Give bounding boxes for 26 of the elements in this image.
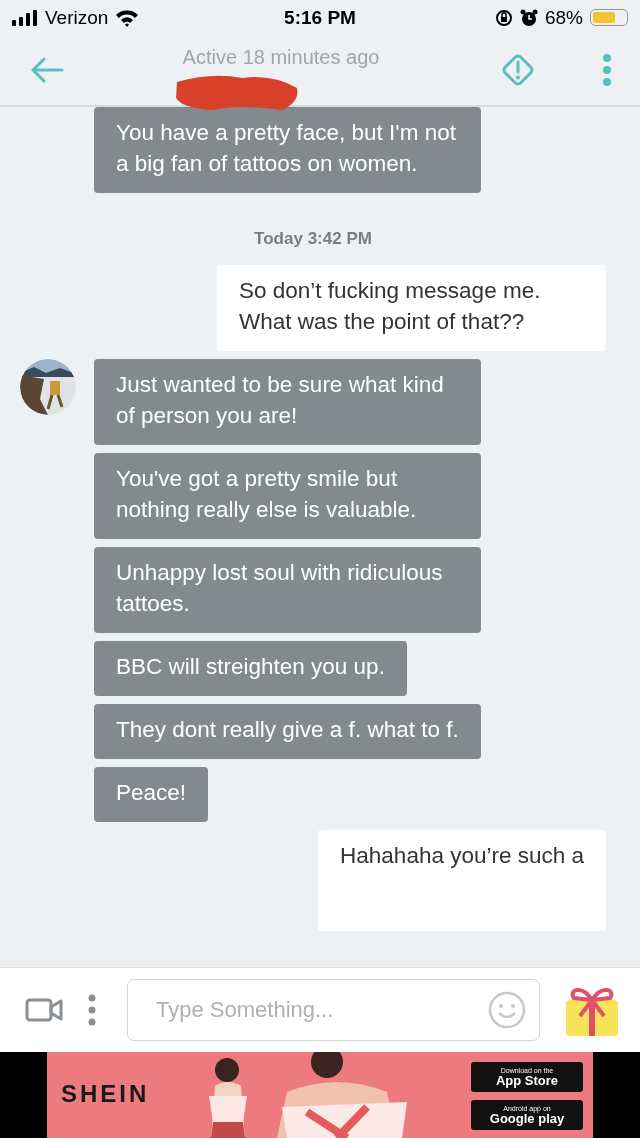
incoming-message: You've got a pretty smile but nothing really else is valuable. [94,453,481,539]
brand-logo: SHEIN [61,1080,150,1108]
incoming-message: You have a pretty face, but I'm not a big fan of tattoos on women. [94,107,481,193]
active-status: Active 18 minutes ago [182,46,380,69]
rotation-lock-icon [494,8,513,27]
signal-icon [12,9,38,26]
more-icon[interactable] [87,994,97,1026]
incoming-message: Peace! [94,767,209,822]
incoming-message: Just wanted to be sure what kind of person you are! [94,359,481,445]
incoming-message: Unhappy lost soul with ridiculous tattoes. [94,547,481,633]
outgoing-message: Hahahaha you’re such a [318,830,606,931]
message-input-field[interactable]: Type Something... [127,979,540,1041]
emoji-icon[interactable] [488,991,526,1029]
outgoing-message: So don’t fucking message me. What was the point of that?? [217,265,606,351]
timestamp: Today 3:42 PM [253,229,373,249]
carrier-name: Verizon [45,6,109,29]
wifi-icon [115,8,140,27]
battery-icon [590,9,628,26]
alarm-icon [519,8,538,27]
more-icon[interactable] [602,53,612,87]
incoming-message: They dont really give a f. what to f. [94,704,481,759]
video-camera-icon[interactable] [25,998,63,1022]
battery-percent: 68% [544,6,583,29]
status-time: 5:16 PM [284,6,356,29]
incoming-message: BBC will streighten you up. [94,641,407,696]
back-arrow-icon[interactable] [30,57,64,83]
